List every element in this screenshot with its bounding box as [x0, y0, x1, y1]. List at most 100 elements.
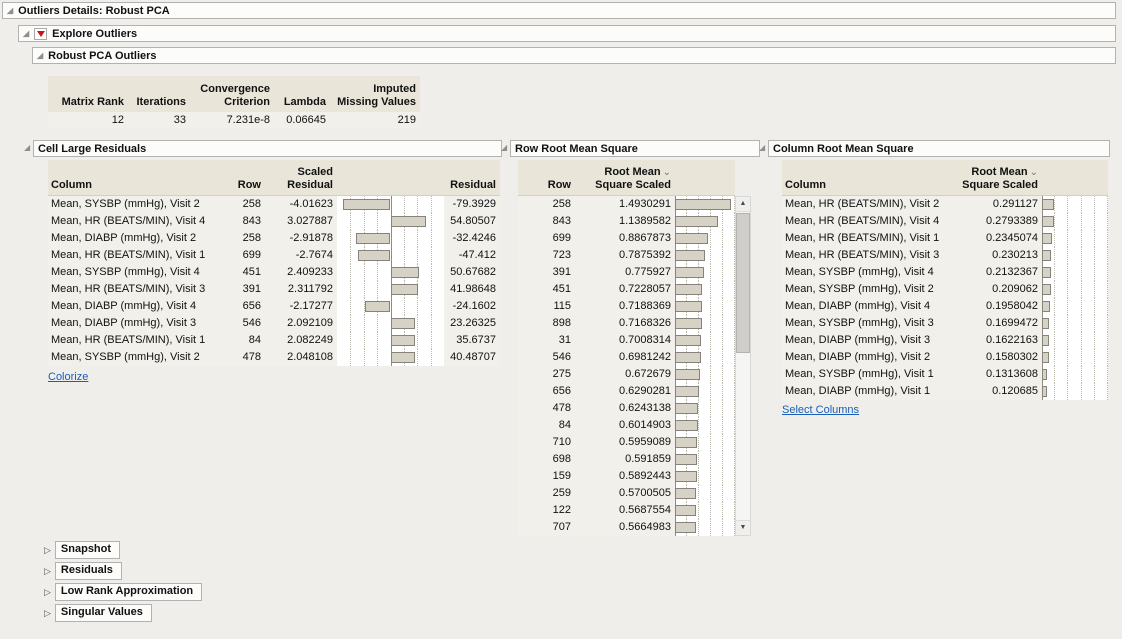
bar-chart-cell [1042, 196, 1108, 213]
table-row[interactable]: 4510.7228057 [518, 281, 735, 298]
table-row[interactable]: Mean, SYSBP (mmHg), Visit 20.209062 [782, 281, 1108, 298]
row-number-cell: 275 [518, 366, 575, 383]
disclosure-expanded-icon[interactable]: ◢ [23, 30, 29, 38]
column-header-rms-scaled[interactable]: Root Mean⌄ Square Scaled [575, 160, 675, 195]
table-row[interactable]: Mean, DIABP (mmHg), Visit 40.1958042 [782, 298, 1108, 315]
table-row[interactable]: 1150.7188369 [518, 298, 735, 315]
scrollbar-thumb[interactable] [736, 213, 750, 353]
table-row[interactable]: Mean, SYSBP (mmHg), Visit 40.2132367 [782, 264, 1108, 281]
table-row[interactable]: 310.7008314 [518, 332, 735, 349]
disclosure-collapsed-icon[interactable]: ▷ [44, 545, 51, 556]
rms-bar [675, 505, 696, 516]
table-row[interactable]: 7070.5664983 [518, 519, 735, 536]
table-row[interactable]: Mean, SYSBP (mmHg), Visit 30.1699472 [782, 315, 1108, 332]
rms-value-cell: 0.6290281 [575, 383, 675, 400]
disclosure-collapsed-icon[interactable]: ▷ [44, 566, 51, 577]
table-row[interactable]: Mean, HR (BEATS/MIN), Visit 30.230213 [782, 247, 1108, 264]
table-row[interactable]: 1590.5892443 [518, 468, 735, 485]
table-row[interactable]: Mean, HR (BEATS/MIN), Visit 33912.311792… [48, 281, 500, 298]
table-row[interactable]: Mean, SYSBP (mmHg), Visit 2258-4.01623-7… [48, 196, 500, 213]
table-row[interactable]: Mean, DIABP (mmHg), Visit 20.1580302 [782, 349, 1108, 366]
table-row[interactable]: Mean, SYSBP (mmHg), Visit 24782.04810840… [48, 349, 500, 366]
gridline [710, 502, 711, 519]
table-row[interactable]: 6990.8867873 [518, 230, 735, 247]
column-name-cell: Mean, HR (BEATS/MIN), Visit 3 [48, 281, 223, 298]
rms-value-cell: 0.1313608 [947, 366, 1042, 383]
outline-header-explore-outliers[interactable]: ◢ Explore Outliers [18, 25, 1116, 42]
gridline [1094, 349, 1095, 366]
red-triangle-menu-button[interactable] [34, 28, 47, 40]
gridline [1107, 332, 1108, 349]
disclosure-expanded-icon[interactable]: ◢ [759, 144, 765, 152]
gridline [431, 247, 432, 264]
table-row[interactable]: Mean, DIABP (mmHg), Visit 2258-2.91878-3… [48, 230, 500, 247]
collapsed-section-header[interactable]: Low Rank Approximation [55, 583, 202, 601]
table-row[interactable]: Mean, SYSBP (mmHg), Visit 44512.40923350… [48, 264, 500, 281]
gridline [364, 332, 365, 349]
table-row[interactable]: Mean, HR (BEATS/MIN), Visit 1842.0822493… [48, 332, 500, 349]
gridline [404, 230, 405, 247]
table-row[interactable]: Mean, SYSBP (mmHg), Visit 10.1313608 [782, 366, 1108, 383]
table-body: Mean, SYSBP (mmHg), Visit 2258-4.01623-7… [48, 196, 500, 366]
table-row[interactable]: 7100.5959089 [518, 434, 735, 451]
outline-header-cell-large-residuals[interactable]: Cell Large Residuals [33, 140, 502, 157]
table-row[interactable]: Mean, DIABP (mmHg), Visit 4656-2.17277-2… [48, 298, 500, 315]
summary-column-header: Lambda [274, 76, 330, 112]
table-row[interactable]: 6560.6290281 [518, 383, 735, 400]
table-row[interactable]: 3910.775927 [518, 264, 735, 281]
outline-header-outliers-details[interactable]: ◢ Outliers Details: Robust PCA [2, 2, 1116, 19]
table-row[interactable]: 840.6014903 [518, 417, 735, 434]
scroll-down-arrow[interactable]: ▼ [736, 520, 750, 535]
row-number-cell: 391 [518, 264, 575, 281]
table-row[interactable]: Mean, HR (BEATS/MIN), Visit 48433.027887… [48, 213, 500, 230]
table-row[interactable]: 2750.672679 [518, 366, 735, 383]
disclosure-expanded-icon[interactable]: ◢ [501, 144, 507, 152]
scroll-up-arrow[interactable]: ▲ [736, 197, 750, 212]
gridline [1107, 315, 1108, 332]
collapsed-section-header[interactable]: Residuals [55, 562, 122, 580]
disclosure-expanded-icon[interactable]: ◢ [7, 7, 13, 15]
table-row[interactable]: 6980.591859 [518, 451, 735, 468]
collapsed-section-header[interactable]: Singular Values [55, 604, 152, 622]
table-row[interactable]: 4780.6243138 [518, 400, 735, 417]
column-header-rms-scaled[interactable]: Root Mean⌄ Square Scaled [947, 160, 1042, 195]
table-row[interactable]: Mean, HR (BEATS/MIN), Visit 20.291127 [782, 196, 1108, 213]
gridline [377, 349, 378, 366]
bar-chart-cell [675, 230, 735, 247]
table-row[interactable]: 1220.5687554 [518, 502, 735, 519]
table-row[interactable]: Mean, DIABP (mmHg), Visit 35462.09210923… [48, 315, 500, 332]
gridline [1054, 213, 1055, 230]
table-row[interactable]: Mean, HR (BEATS/MIN), Visit 40.2793389 [782, 213, 1108, 230]
summary-value: 219 [330, 112, 420, 129]
table-row[interactable]: 8980.7168326 [518, 315, 735, 332]
summary-value: 33 [128, 112, 190, 129]
bar-chart-cell [1042, 383, 1108, 400]
gridline [1094, 247, 1095, 264]
table-row[interactable]: 7230.7875392 [518, 247, 735, 264]
table-row[interactable]: Mean, DIABP (mmHg), Visit 10.120685 [782, 383, 1108, 400]
outline-header-row-root-mean-square[interactable]: Row Root Mean Square [510, 140, 760, 157]
disclosure-expanded-icon[interactable]: ◢ [37, 52, 43, 60]
summary-header-line: Missing Values [334, 96, 416, 109]
bar-chart-cell [675, 417, 735, 434]
rms-bar [1042, 318, 1049, 329]
disclosure-collapsed-icon[interactable]: ▷ [44, 608, 51, 619]
collapsed-section-header[interactable]: Snapshot [55, 541, 120, 559]
vertical-scrollbar[interactable]: ▲ ▼ [735, 196, 751, 536]
disclosure-expanded-icon[interactable]: ◢ [24, 144, 30, 152]
table-row[interactable]: 8431.1389582 [518, 213, 735, 230]
disclosure-collapsed-icon[interactable]: ▷ [44, 587, 51, 598]
table-row[interactable]: 2590.5700505 [518, 485, 735, 502]
colorize-link[interactable]: Colorize [48, 371, 88, 383]
table-row[interactable]: Mean, DIABP (mmHg), Visit 30.1622163 [782, 332, 1108, 349]
table-row[interactable]: Mean, HR (BEATS/MIN), Visit 1699-2.7674-… [48, 247, 500, 264]
rms-bar [675, 216, 718, 227]
outline-header-column-root-mean-square[interactable]: Column Root Mean Square [768, 140, 1110, 157]
select-columns-link[interactable]: Select Columns [782, 404, 859, 416]
gridline [364, 264, 365, 281]
gridline [431, 315, 432, 332]
table-row[interactable]: 5460.6981242 [518, 349, 735, 366]
table-row[interactable]: 2581.4930291 [518, 196, 735, 213]
outline-header-robust-pca-outliers[interactable]: ◢ Robust PCA Outliers [32, 47, 1116, 64]
table-row[interactable]: Mean, HR (BEATS/MIN), Visit 10.2345074 [782, 230, 1108, 247]
